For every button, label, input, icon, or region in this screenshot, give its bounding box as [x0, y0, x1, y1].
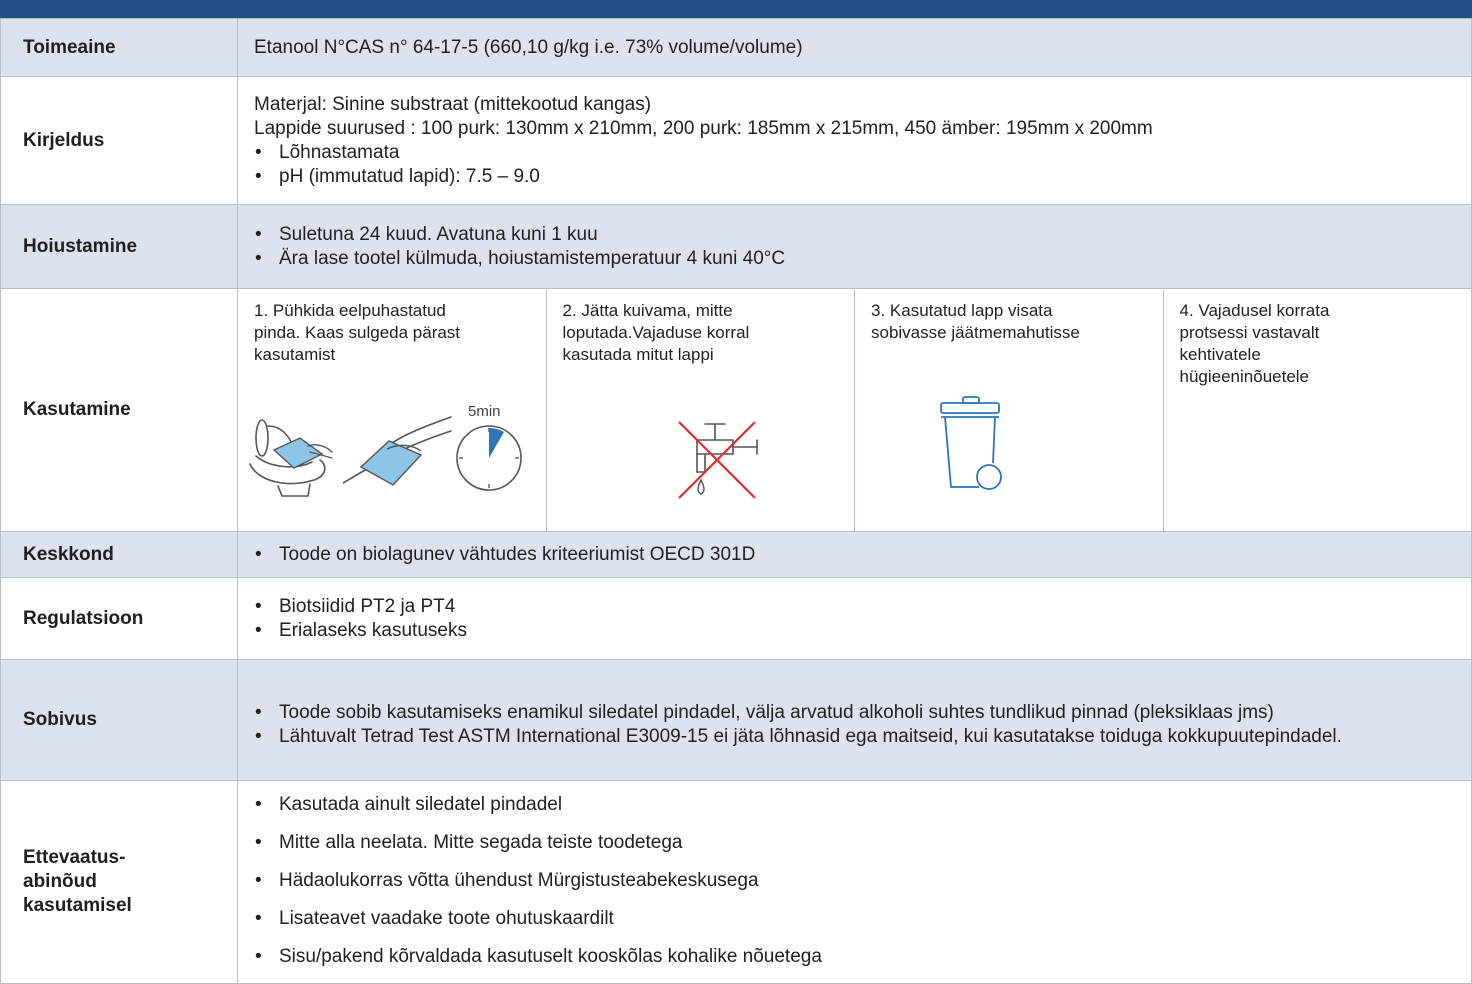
- row-label: Ettevaatus- abinõud kasutamisel: [0, 780, 238, 984]
- list-item: Mitte alla neelata. Mitte segada teiste …: [254, 831, 1471, 855]
- list-item: Sisu/pakend kõrvaldada kasutuselt kooskõ…: [254, 945, 1471, 969]
- step-text: 2. Jätta kuivama, mitte loputada.Vajadus…: [562, 300, 750, 364]
- bullet-list: Lõhnastamata pH (immutatud lapid): 7.5 –…: [254, 141, 1471, 189]
- bullet-list: Biotsiidid PT2 ja PT4 Erialaseks kasutus…: [254, 595, 1471, 643]
- row-sobivus: Sobivus Toode sobib kasutamiseks enamiku…: [0, 659, 1472, 781]
- list-item: Lisateavet vaadake toote ohutuskaardilt: [254, 907, 1471, 931]
- row-toimeaine: Toimeaine Etanool N°CAS n° 64-17-5 (660,…: [0, 18, 1472, 77]
- row-ettevaatus: Ettevaatus- abinõud kasutamisel Kasutada…: [0, 780, 1472, 984]
- list-item: Kasutada ainult siledatel pindadel: [254, 793, 1471, 817]
- step-3: 3. Kasutatud lapp visata sobivasse jäätm…: [854, 289, 1163, 531]
- step-text: 3. Kasutatud lapp visata sobivasse jäätm…: [871, 300, 1080, 342]
- bullet-list: Toode on biolagunev vähtudes kriteeriumi…: [254, 543, 1471, 567]
- row-value: Suletuna 24 kuud. Avatuna kuni 1 kuu Ära…: [237, 204, 1472, 289]
- hand-wipe-icon: [343, 415, 452, 486]
- bullet-list: Suletuna 24 kuud. Avatuna kuni 1 kuu Ära…: [254, 223, 1471, 271]
- row-value: Toode on biolagunev vähtudes kriteeriumi…: [237, 531, 1472, 578]
- row-label: Sobivus: [0, 659, 238, 781]
- row-label: Kirjeldus: [0, 76, 238, 205]
- row-value: Etanool N°CAS n° 64-17-5 (660,10 g/kg i.…: [237, 18, 1472, 77]
- row-label: Toimeaine: [0, 18, 238, 77]
- row-label: Kasutamine: [0, 288, 238, 532]
- waste-bin-icon: [940, 395, 1002, 490]
- row-value: Toode sobib kasutamiseks enamikul sileda…: [237, 659, 1472, 781]
- header-band: [0, 0, 1472, 18]
- timer-label: 5min: [468, 403, 501, 420]
- product-info-table: Toimeaine Etanool N°CAS n° 64-17-5 (660,…: [0, 18, 1472, 984]
- list-item: Hädaolukorras võtta ühendust Mürgistuste…: [254, 869, 1471, 893]
- label-line: kasutamisel: [23, 895, 132, 916]
- row-label: Hoiustamine: [0, 204, 238, 289]
- row-label: Keskkond: [0, 531, 238, 578]
- step-1: 1. Pühkida eelpuhastatud pinda. Kaas sul…: [238, 290, 546, 531]
- step-2: 2. Jätta kuivama, mitte loputada.Vajadus…: [545, 289, 855, 531]
- row-value: Materjal: Sinine substraat (mittekootud …: [237, 76, 1472, 205]
- timer-icon: 5min: [456, 403, 522, 491]
- row-hoiustamine: Hoiustamine Suletuna 24 kuud. Avatuna ku…: [0, 204, 1472, 289]
- step-text: 1. Pühkida eelpuhastatud pinda. Kaas sul…: [254, 300, 461, 364]
- list-item: Biotsiidid PT2 ja PT4: [254, 595, 1471, 619]
- material-line: Materjal: Sinine substraat (mittekootud …: [254, 93, 652, 115]
- list-item: Erialaseks kasutuseks: [254, 619, 1471, 643]
- list-item: Lähtuvalt Tetrad Test ASTM International…: [254, 725, 1441, 749]
- list-item: Toode sobib kasutamiseks enamikul sileda…: [254, 701, 1441, 725]
- list-item: pH (immutatud lapid): 7.5 – 9.0: [254, 165, 1471, 189]
- bullet-list: Toode sobib kasutamiseks enamikul sileda…: [254, 701, 1471, 749]
- list-item: Ära lase tootel külmuda, hoiustamistempe…: [254, 247, 1471, 271]
- list-item: Toode on biolagunev vähtudes kriteeriumi…: [254, 543, 1471, 567]
- bullet-list: Kasutada ainult siledatel pindadel Mitte…: [254, 793, 1471, 969]
- row-label: Regulatsioon: [0, 577, 238, 660]
- row-value: Biotsiidid PT2 ja PT4 Erialaseks kasutus…: [237, 577, 1472, 660]
- label-line: Ettevaatus-: [23, 847, 126, 868]
- row-value: Kasutada ainult siledatel pindadel Mitte…: [237, 780, 1472, 984]
- row-keskkond: Keskkond Toode on biolagunev vähtudes kr…: [0, 531, 1472, 578]
- step-text: 4. Vajadusel korrata protsessi vastavalt…: [1179, 300, 1330, 386]
- row-kasutamine: Kasutamine 1. Pühkida eelpuhastatud pind…: [0, 288, 1472, 532]
- list-item: Suletuna 24 kuud. Avatuna kuni 1 kuu: [254, 223, 1471, 247]
- row-regulatsioon: Regulatsioon Biotsiidid PT2 ja PT4 Erial…: [0, 577, 1472, 660]
- sizes-line: Lappide suurused : 100 purk: 130mm x 210…: [254, 117, 1153, 139]
- list-item: Lõhnastamata: [254, 141, 1471, 165]
- no-rinse-tap-icon: [677, 420, 758, 499]
- step-4: 4. Vajadusel korrata protsessi vastavalt…: [1162, 289, 1472, 531]
- row-kirjeldus: Kirjeldus Materjal: Sinine substraat (mi…: [0, 76, 1472, 205]
- usage-steps: 1. Pühkida eelpuhastatud pinda. Kaas sul…: [237, 288, 1472, 532]
- label-line: abinõud: [23, 871, 97, 892]
